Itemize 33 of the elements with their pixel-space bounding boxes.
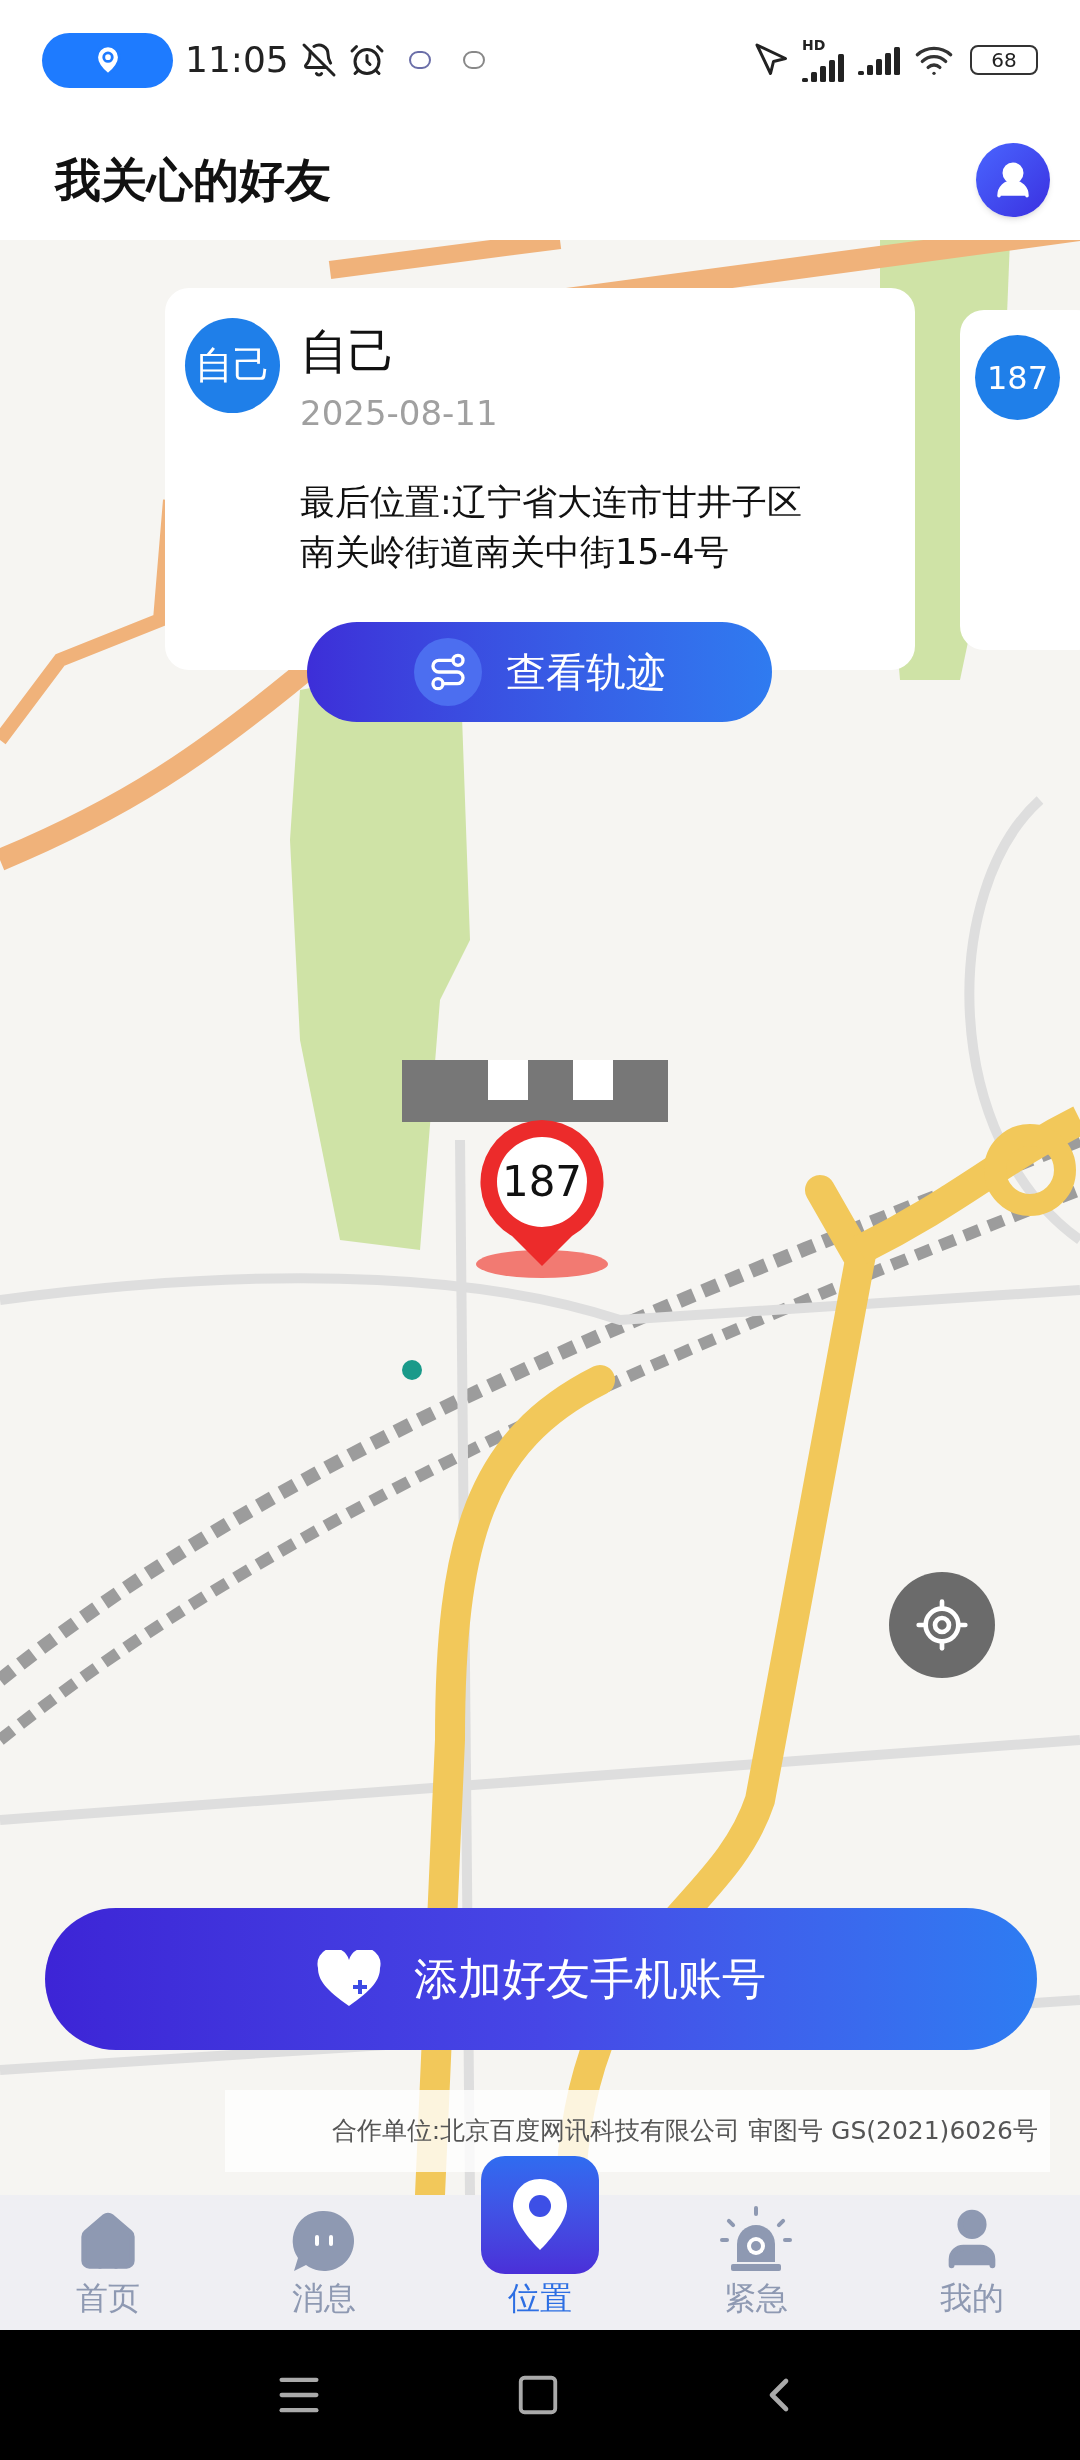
view-track-button[interactable]: 查看轨迹 bbox=[307, 622, 772, 722]
notification-icon bbox=[462, 51, 485, 69]
location-pin-icon bbox=[510, 2177, 570, 2253]
nav-tab[interactable]: 首页 bbox=[0, 2195, 216, 2330]
update-date: 2025-08-11 bbox=[300, 392, 499, 435]
signal-icon bbox=[802, 52, 846, 82]
siren-icon bbox=[719, 2204, 793, 2274]
alarm-clock-icon bbox=[348, 42, 385, 78]
chat-bubble-icon bbox=[291, 2208, 357, 2274]
friend-card[interactable]: 187 bbox=[960, 310, 1080, 650]
nav-tab[interactable]: 我的 bbox=[864, 2195, 1080, 2330]
heart-plus-icon bbox=[316, 1950, 382, 2008]
bell-off-icon bbox=[300, 42, 337, 78]
last-location-text: 最后位置:辽宁省大连市甘井子区南关岭街道南关中街15-4号 bbox=[300, 481, 803, 574]
map-pin-drawing[interactable] bbox=[474, 1118, 610, 1278]
signal-icon bbox=[858, 45, 902, 75]
avatar: 自己 bbox=[185, 318, 280, 413]
navigation-arrow-icon bbox=[754, 42, 790, 78]
nav-tab[interactable]: 紧急 bbox=[648, 2195, 864, 2330]
notification-icon bbox=[408, 51, 431, 69]
locate-icon bbox=[914, 1597, 970, 1653]
poi-dot bbox=[402, 1360, 422, 1380]
status-time: 11:05 bbox=[185, 38, 289, 82]
map-attribution: 合作单位:北京百度网讯科技有限公司 审图号 GS(2021)6026号 bbox=[331, 2115, 1038, 2148]
friend-name: 自己 bbox=[300, 322, 397, 380]
add-friend-button[interactable]: 添加好友手机账号 bbox=[45, 1908, 1037, 2050]
pin-label: 187 bbox=[500, 1158, 584, 1206]
friend-add-button[interactable] bbox=[976, 143, 1050, 217]
network-label: HD bbox=[802, 38, 826, 52]
avatar: 187 bbox=[975, 335, 1060, 420]
page-title: 我关心的好友 bbox=[55, 151, 331, 209]
nav-tab[interactable]: 消息 bbox=[216, 2195, 432, 2330]
battery-icon: 68 bbox=[970, 45, 1038, 75]
